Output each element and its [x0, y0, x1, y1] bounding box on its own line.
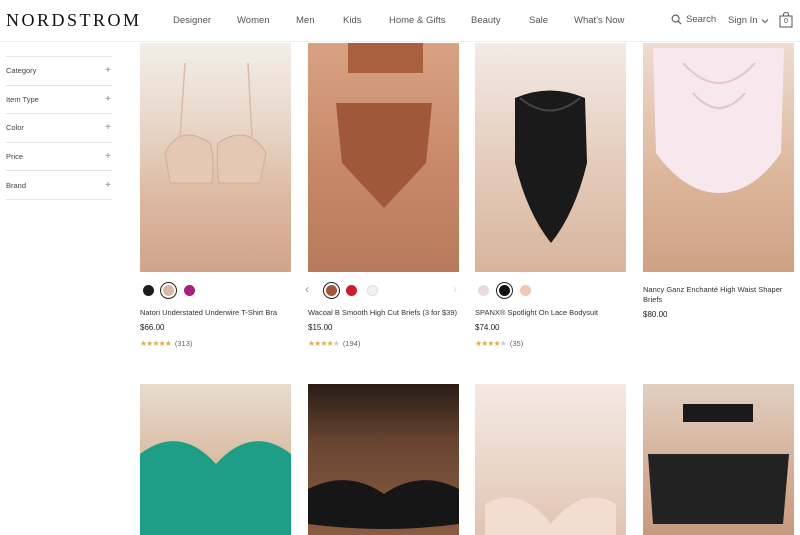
nav-kids[interactable]: Kids [343, 15, 361, 26]
product-image-black-lace-halter[interactable] [643, 384, 794, 535]
bralette-illustration [140, 441, 291, 535]
bag-count: 0 [784, 18, 788, 25]
halter-illustration [648, 404, 789, 524]
search-button[interactable]: Search [671, 14, 716, 25]
filter-label: Color [6, 123, 24, 133]
product-image-black-strapless-bra[interactable] [308, 384, 459, 535]
filter-category[interactable]: Category + [6, 57, 112, 86]
filter-color[interactable]: Color + [6, 114, 112, 143]
nordstrom-logo[interactable]: NORDSTROM [6, 10, 142, 31]
search-icon [671, 14, 682, 25]
nav-sale[interactable]: Sale [529, 15, 548, 26]
bra-illustration [164, 62, 267, 184]
nav-beauty[interactable]: Beauty [471, 15, 501, 26]
briefs-illustration [336, 43, 432, 208]
chevron-left-icon[interactable]: ‹ [305, 282, 309, 296]
review-count: (194) [342, 339, 361, 348]
color-swatch-black-selected[interactable] [496, 282, 513, 299]
plus-icon: + [105, 179, 111, 191]
product-image-nancy-ganz-shaper[interactable] [643, 43, 794, 272]
review-count: (35) [509, 339, 524, 348]
bodysuit-illustration [515, 90, 587, 243]
product-name[interactable]: Nancy Ganz Enchanté High Waist Shaper Br… [643, 285, 788, 305]
plus-icon: + [105, 151, 111, 163]
filter-label: Item Type [6, 94, 39, 104]
sign-in-label: Sign In [728, 15, 758, 26]
product-price: $66.00 [140, 323, 165, 332]
product-name[interactable]: Wacoal B Smooth High Cut Briefs (3 for $… [308, 308, 458, 318]
filter-item-type[interactable]: Item Type + [6, 86, 112, 115]
product-image-nude-plunge-bra[interactable] [475, 384, 626, 535]
product-image-wacoal-briefs[interactable] [308, 43, 459, 272]
color-swatch-nude[interactable] [520, 285, 531, 296]
chevron-right-icon[interactable]: › [453, 282, 457, 296]
filter-label: Price [6, 152, 24, 162]
product-name[interactable]: Natori Understated Underwire T-Shirt Bra [140, 308, 290, 318]
plunge-bra-illustration [485, 497, 616, 535]
color-swatch-nude-selected[interactable] [160, 282, 177, 299]
sign-in-button[interactable]: Sign In [728, 15, 769, 26]
nav-men[interactable]: Men [296, 15, 314, 26]
shopping-bag-button[interactable]: 0 [779, 11, 793, 33]
nav-whats-now[interactable]: What's Now [574, 15, 624, 26]
product-image-natori-bra[interactable] [140, 43, 291, 272]
plus-icon: + [105, 93, 111, 105]
shaper-illustration [653, 48, 784, 193]
color-swatch-brown-selected[interactable] [323, 282, 340, 299]
product-image-spanx-bodysuit[interactable] [475, 43, 626, 272]
filter-label: Brand [6, 180, 27, 190]
product-price: $15.00 [308, 323, 333, 332]
color-swatch-purple[interactable] [184, 285, 195, 296]
product-price: $74.00 [475, 323, 500, 332]
color-swatch-black[interactable] [143, 285, 154, 296]
color-swatch-red[interactable] [346, 285, 357, 296]
filter-brand[interactable]: Brand + [6, 171, 112, 200]
nav-designer[interactable]: Designer [173, 15, 211, 26]
color-swatch-white[interactable] [367, 285, 378, 296]
product-name[interactable]: SPANX® Spotlight On Lace Bodysuit [475, 308, 625, 318]
search-label: Search [686, 14, 717, 25]
star-rating-icon: ★★★★★ [140, 339, 172, 348]
product-price: $80.00 [643, 310, 668, 319]
filter-sidebar: Category + Item Type + Color + Price + B… [6, 56, 112, 200]
nav-women[interactable]: Women [237, 15, 270, 26]
plus-icon: + [105, 65, 111, 77]
strapless-bra-illustration [308, 480, 459, 529]
star-rating-icon: ★★★★★ [475, 339, 507, 348]
star-rating-icon: ★★★★★ [308, 339, 340, 348]
product-image-green-lace-bralette[interactable] [140, 384, 291, 535]
chevron-down-icon [761, 18, 768, 23]
product-rating: ★★★★★ (313) [140, 339, 192, 348]
product-rating: ★★★★★ (194) [308, 339, 360, 348]
color-swatch-pink[interactable] [478, 285, 489, 296]
site-header: NORDSTROM Designer Women Men Kids Home &… [0, 0, 800, 42]
filter-label: Category [6, 66, 37, 76]
filter-price[interactable]: Price + [6, 143, 112, 172]
nav-home-gifts[interactable]: Home & Gifts [389, 15, 446, 26]
review-count: (313) [174, 339, 193, 348]
product-rating: ★★★★★ (35) [475, 339, 523, 348]
plus-icon: + [105, 122, 111, 134]
